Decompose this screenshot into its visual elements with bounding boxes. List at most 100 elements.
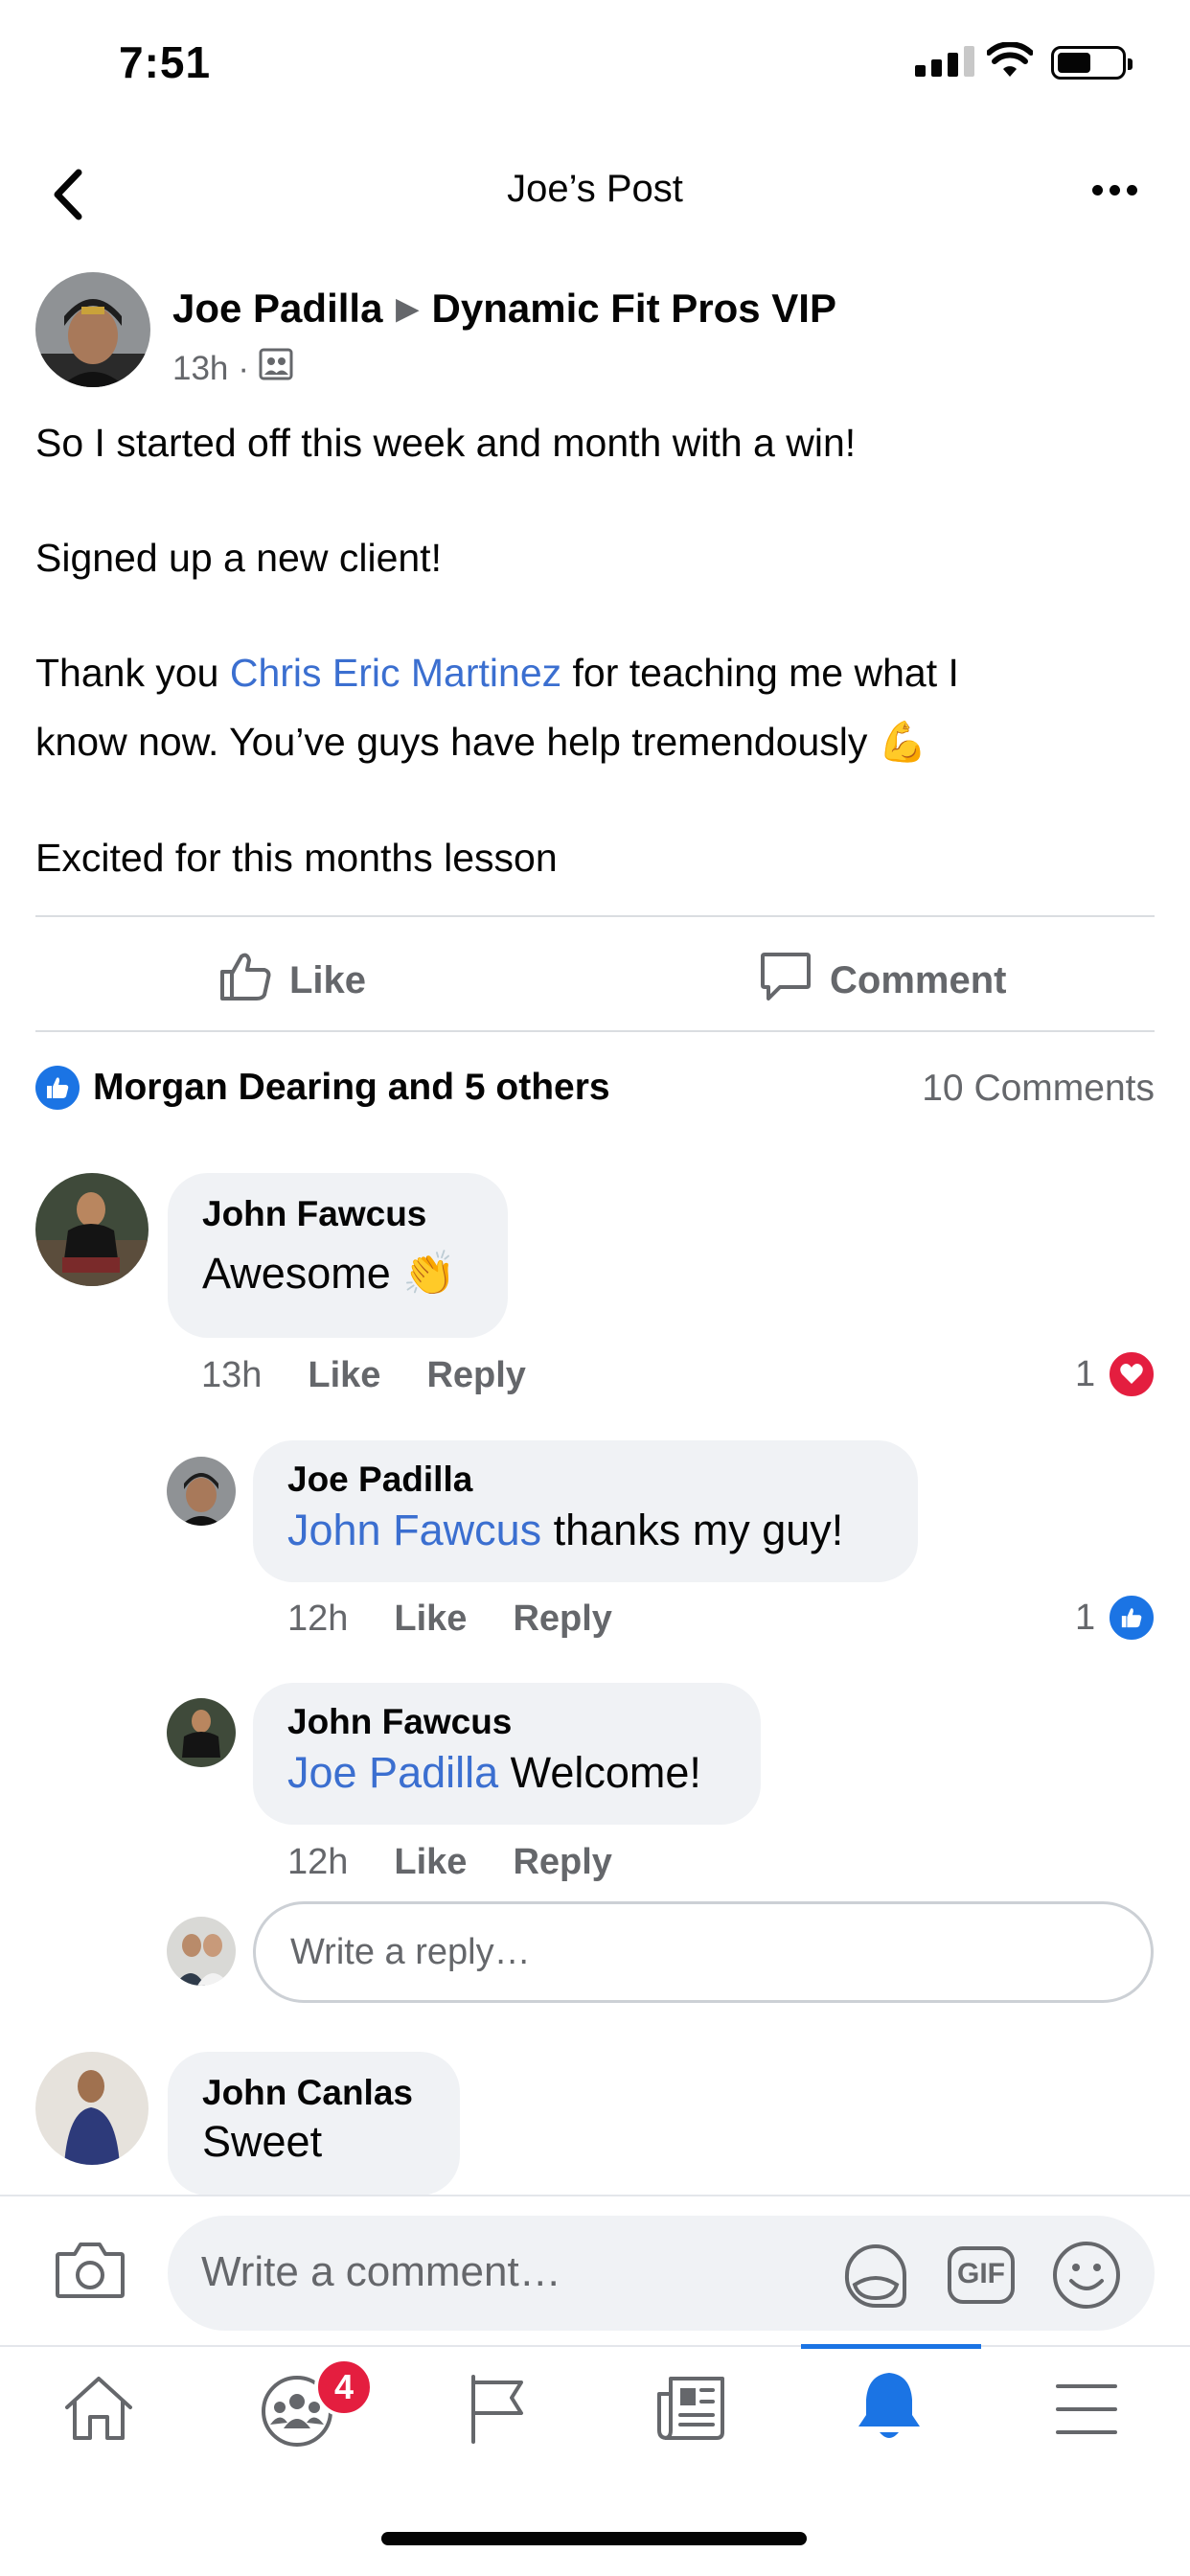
author-avatar[interactable]: [35, 272, 150, 387]
like-reaction-icon: [35, 1066, 80, 1110]
reply-placeholder: Write a reply…: [290, 1931, 531, 1972]
post-author-name[interactable]: Joe Padilla: [172, 286, 382, 331]
post-text-line-4: know now. You’ve guys have help tremendo…: [35, 708, 927, 775]
comment-reaction-count[interactable]: 1: [1075, 1349, 1157, 1399]
replier-avatar[interactable]: [167, 1698, 236, 1767]
emoji-icon[interactable]: [1050, 2239, 1123, 2316]
post-group-name[interactable]: Dynamic Fit Pros VIP: [432, 286, 836, 331]
home-indicator: [381, 2532, 807, 2545]
active-tab-indicator: [801, 2344, 981, 2349]
post-text-prefix: Thank you: [35, 651, 230, 695]
reply-author[interactable]: John Fawcus: [287, 1702, 726, 1742]
post-text-line-5: Excited for this months lesson: [35, 836, 558, 880]
post-text-line-3: Thank you Chris Eric Martinez for teachi…: [35, 639, 959, 706]
current-user-avatar: [167, 1917, 236, 1986]
wifi-icon: [986, 41, 1034, 83]
reply-body: thanks my guy!: [541, 1506, 844, 1554]
cellular-signal-icon: [915, 46, 974, 77]
post-author-line: Joe Padilla ▶ Dynamic Fit Pros VIP: [172, 286, 836, 332]
reply-reply-button[interactable]: Reply: [513, 1598, 611, 1640]
comment-author[interactable]: John Fawcus: [202, 1194, 473, 1234]
reaction-count-value: 1: [1075, 1353, 1096, 1394]
reply-meta: 12h Like Reply: [287, 1598, 612, 1640]
flag-icon: [466, 2375, 529, 2450]
shared-to-arrow-icon: ▶: [396, 293, 419, 325]
comment-count[interactable]: 10 Comments: [922, 1068, 1155, 1110]
reaction-count-value: 1: [1075, 1597, 1096, 1638]
meta-separator: ·: [238, 349, 250, 387]
reply-time: 12h: [287, 1842, 349, 1882]
love-reaction-icon: [1107, 1349, 1157, 1399]
like-label: Like: [289, 958, 367, 1001]
reply-time: 12h: [287, 1598, 349, 1639]
tab-news[interactable]: [655, 2373, 728, 2449]
sticker-icon[interactable]: [839, 2239, 912, 2316]
home-icon: [61, 2377, 136, 2448]
like-button[interactable]: Like: [218, 949, 366, 1012]
comment-author[interactable]: John Canlas: [202, 2073, 425, 2113]
gif-label: GIF: [957, 2258, 1005, 2289]
flexed-biceps-emoji: 💪: [878, 720, 927, 764]
mention-link[interactable]: Joe Padilla: [287, 1748, 498, 1797]
post-meta: 13h ·: [172, 348, 293, 389]
tab-pages[interactable]: [466, 2373, 529, 2450]
comment-button[interactable]: Comment: [759, 949, 1006, 1012]
camera-icon[interactable]: [54, 2239, 126, 2307]
replier-avatar[interactable]: [167, 1457, 236, 1526]
comment-body: Awesome: [202, 1249, 391, 1298]
reply-text: John Fawcus thanks my guy!: [287, 1506, 883, 1555]
tab-home[interactable]: [61, 2373, 136, 2449]
comment-like-button[interactable]: Like: [308, 1355, 380, 1396]
post-text-line-2: Signed up a new client!: [35, 536, 442, 580]
reply-reply-button[interactable]: Reply: [513, 1842, 611, 1883]
post-time[interactable]: 13h: [172, 350, 228, 388]
notification-badge: 4: [314, 2358, 374, 2417]
reply-like-button[interactable]: Like: [394, 1842, 467, 1883]
post-text-body: know now. You’ve guys have help tremendo…: [35, 720, 868, 764]
comment-bubble[interactable]: John Canlas Sweet: [168, 2052, 460, 2196]
news-feed-icon: [655, 2377, 728, 2448]
comment-bubble-icon: [759, 949, 812, 1012]
post-text-suffix: for teaching me what I: [561, 651, 959, 695]
reaction-summary[interactable]: Morgan Dearing and 5 others: [35, 1066, 610, 1110]
tab-notifications[interactable]: [853, 2367, 926, 2449]
commenter-avatar[interactable]: [35, 1173, 149, 1286]
comment-reply-button[interactable]: Reply: [426, 1355, 525, 1396]
comment-text: Sweet: [202, 2117, 323, 2166]
page-title: Joe’s Post: [507, 168, 683, 210]
post-text-line-1: So I started off this week and month wit…: [35, 421, 857, 465]
divider: [0, 2345, 1190, 2347]
clapping-hands-emoji: 👏: [402, 1249, 457, 1298]
divider: [35, 1030, 1155, 1032]
like-reaction-icon: [1107, 1593, 1157, 1643]
composer-placeholder: Write a comment…: [201, 2248, 561, 2295]
comment-meta: 13h Like Reply: [201, 1355, 526, 1396]
groups-icon: [259, 2376, 335, 2453]
thumbs-up-icon: [218, 949, 272, 1012]
reply-bubble[interactable]: John Fawcus Joe Padilla Welcome!: [253, 1683, 761, 1825]
reply-meta: 12h Like Reply: [287, 1842, 612, 1883]
commenter-avatar[interactable]: [35, 2052, 149, 2165]
mention-link[interactable]: John Fawcus: [287, 1506, 541, 1554]
mention-link[interactable]: Chris Eric Martinez: [230, 651, 561, 695]
reply-author[interactable]: Joe Padilla: [287, 1460, 883, 1500]
gif-button[interactable]: GIF: [947, 2241, 1016, 2314]
comment-text: Awesome 👏: [202, 1248, 473, 1299]
comment-label: Comment: [830, 958, 1007, 1001]
battery-icon: [1051, 46, 1133, 80]
reply-reaction-count[interactable]: 1: [1075, 1593, 1157, 1643]
comment-time: 13h: [201, 1355, 263, 1395]
reply-bubble[interactable]: Joe Padilla John Fawcus thanks my guy!: [253, 1440, 918, 1582]
divider: [0, 2195, 1190, 2196]
more-options-button[interactable]: [1092, 185, 1137, 196]
write-reply-input[interactable]: Write a reply…: [253, 1901, 1154, 2003]
comment-bubble[interactable]: John Fawcus Awesome 👏: [168, 1173, 508, 1338]
group-privacy-icon: [259, 348, 293, 389]
bell-icon: [853, 2373, 926, 2448]
tab-menu[interactable]: [1054, 2380, 1119, 2443]
reply-body: Welcome!: [498, 1748, 701, 1797]
reactors-text: Morgan Dearing and 5 others: [93, 1067, 610, 1108]
reply-like-button[interactable]: Like: [394, 1598, 467, 1640]
reply-text: Joe Padilla Welcome!: [287, 1748, 726, 1798]
divider: [35, 915, 1155, 917]
